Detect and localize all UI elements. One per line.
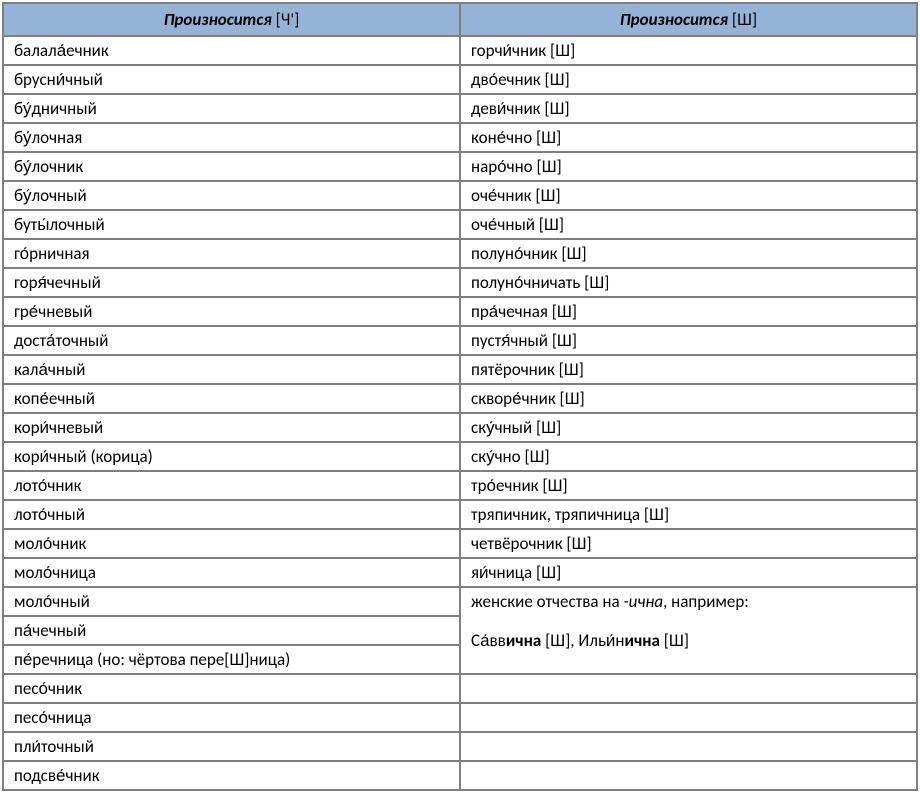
table-cell: доста́точный: [3, 326, 460, 355]
table-cell: четвёрочник [Ш]: [460, 529, 917, 558]
table-cell: коне́чно [Ш]: [460, 123, 917, 152]
table-cell: бу́лочная: [3, 123, 460, 152]
table-cell: оче́чник [Ш]: [460, 181, 917, 210]
table-cell: полуно́чничать [Ш]: [460, 268, 917, 297]
table-cell: копе́ечный: [3, 384, 460, 413]
table-cell: буты́лочный: [3, 210, 460, 239]
table-cell: пли́точный: [3, 732, 460, 761]
table-cell: горя́чечный: [3, 268, 460, 297]
table-cell: моло́чник: [3, 529, 460, 558]
table-cell: [460, 761, 917, 790]
table-cell: пятёрочник [Ш]: [460, 355, 917, 384]
table-cell: кори́чневый: [3, 413, 460, 442]
table-cell: па́чечный: [3, 616, 460, 645]
table-cell: пустя́чный [Ш]: [460, 326, 917, 355]
table-cell: моло́чница: [3, 558, 460, 587]
table-cell: лото́чник: [3, 471, 460, 500]
table-cell: дво́ечник [Ш]: [460, 65, 917, 94]
table-cell: полуно́чник [Ш]: [460, 239, 917, 268]
table-cell: оче́чный [Ш]: [460, 210, 917, 239]
table-cell: ску́чно [Ш]: [460, 442, 917, 471]
table-cell: кала́чный: [3, 355, 460, 384]
header-col2: Произносится [Ш]: [460, 3, 917, 36]
table-cell: ску́чный [Ш]: [460, 413, 917, 442]
table-cell-merged: женские отчества на -ична, например: Са́…: [460, 587, 917, 674]
table-cell: скворе́чник [Ш]: [460, 384, 917, 413]
table-cell: го́рничная: [3, 239, 460, 268]
table-cell: пра́чечная [Ш]: [460, 297, 917, 326]
table-cell: [460, 674, 917, 703]
table-cell: брусни́чный: [3, 65, 460, 94]
table-cell: наро́чно [Ш]: [460, 152, 917, 181]
table-cell: песо́чница: [3, 703, 460, 732]
table-cell: горчи́чник [Ш]: [460, 36, 917, 65]
table-cell: моло́чный: [3, 587, 460, 616]
table-cell: деви́чник [Ш]: [460, 94, 917, 123]
table-cell: лото́чный: [3, 500, 460, 529]
header-col1: Произносится [Ч']: [3, 3, 460, 36]
table-cell: пе́речница (но: чёртова пере[Ш]ница): [3, 645, 460, 674]
table-cell: [460, 732, 917, 761]
table-cell: кори́чный (корица): [3, 442, 460, 471]
table-cell: песо́чник: [3, 674, 460, 703]
table-cell: [460, 703, 917, 732]
table-cell: бу́дничный: [3, 94, 460, 123]
table-cell: тро́ечник [Ш]: [460, 471, 917, 500]
table-cell: бу́лочный: [3, 181, 460, 210]
table-cell: бу́лочник: [3, 152, 460, 181]
table-cell: тряпичник, тряпичница [Ш]: [460, 500, 917, 529]
table-cell: яи́чница [Ш]: [460, 558, 917, 587]
table-cell: балала́ечник: [3, 36, 460, 65]
table-cell: подсве́чник: [3, 761, 460, 790]
pronunciation-table: Произносится [Ч'] Произносится [Ш] балал…: [2, 2, 918, 791]
table-cell: гре́чневый: [3, 297, 460, 326]
